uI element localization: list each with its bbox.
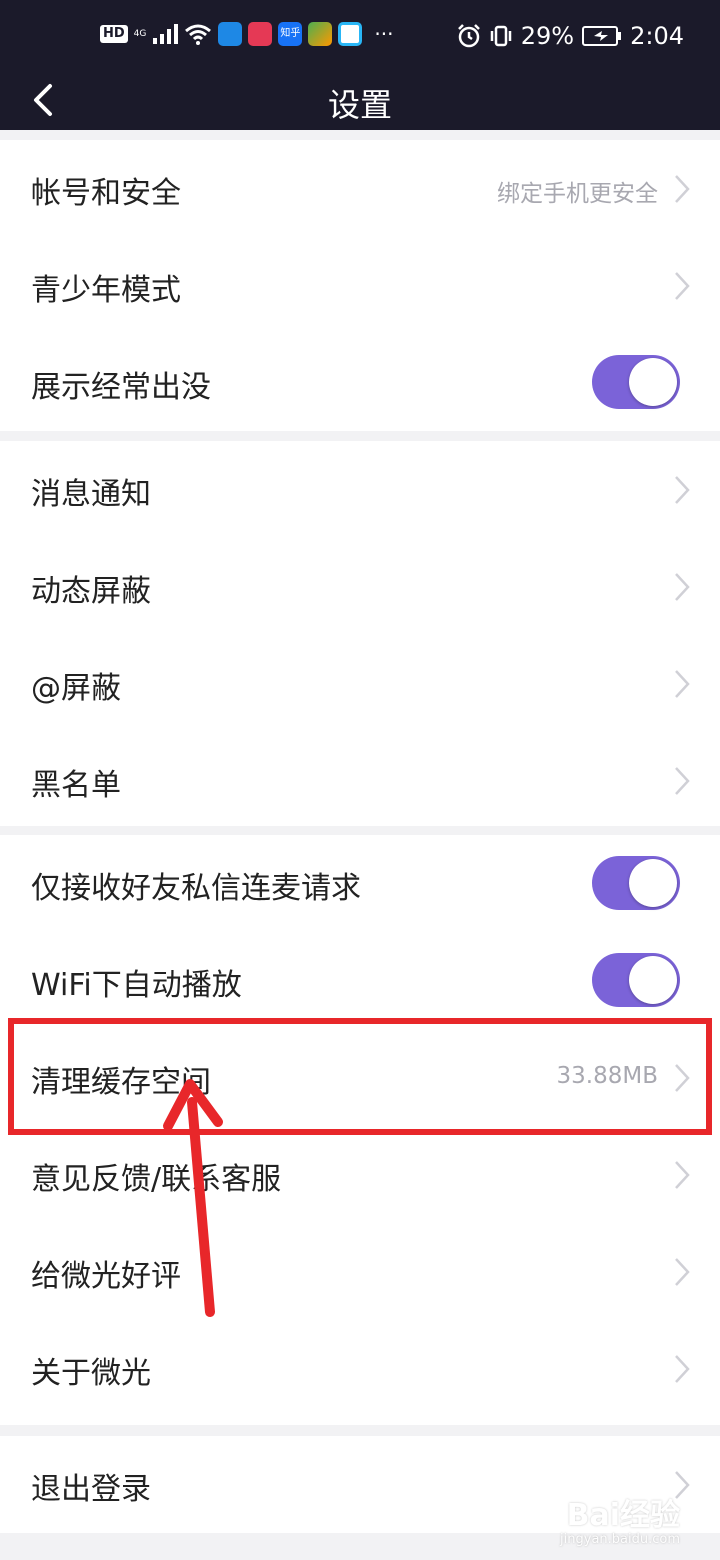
baidu-watermark: Bai经验 [566, 1498, 680, 1533]
row-label: 给微光好评 [31, 1259, 181, 1294]
row-label: 展示经常出没 [31, 370, 211, 405]
row-label: 退出登录 [31, 1472, 151, 1507]
toggle-knob [629, 859, 677, 907]
chevron-right-icon [675, 573, 690, 601]
row-label: WiFi下自动播放 [31, 968, 242, 1003]
battery-charging-icon [582, 26, 622, 46]
toggle-knob [629, 956, 677, 1004]
row-account-security[interactable]: 帐号和安全 绑定手机更安全 [0, 140, 720, 237]
row-friends-only: 仅接收好友私信连麦请求 [0, 835, 720, 932]
friends-only-toggle[interactable] [592, 856, 680, 910]
row-label: 意见反馈/联系客服 [31, 1162, 282, 1197]
chevron-right-icon [675, 1161, 690, 1189]
toggle-knob [629, 358, 677, 406]
row-label: 关于微光 [31, 1356, 151, 1391]
row-label: 青少年模式 [31, 273, 181, 308]
zhihu-app-icon: 知乎 [278, 22, 303, 46]
page-title: 设置 [327, 86, 392, 124]
chevron-right-icon [675, 175, 690, 203]
network-type: 4G [133, 29, 147, 39]
row-blacklist[interactable]: 黑名单 [0, 732, 720, 829]
row-at-block[interactable]: @屏蔽 [0, 635, 720, 732]
status-icons-left: HD 4G 知乎 ··· [100, 22, 393, 46]
vibrate-icon [490, 25, 511, 47]
row-rate-app[interactable]: 给微光好评 [0, 1223, 720, 1320]
status-icons-right: 29% 2:04 [457, 22, 684, 50]
browser-app-icon [338, 22, 363, 46]
alarm-icon [457, 24, 480, 48]
chevron-right-icon [675, 1258, 690, 1286]
row-hint: 绑定手机更安全 [497, 181, 658, 207]
more-notifications: ··· [374, 22, 394, 46]
status-bar: HD 4G 知乎 ··· 29% 2:04 [0, 0, 720, 70]
baidu-watermark-url: jingyan.baidu.com [560, 1532, 680, 1547]
settings-group-notify: 消息通知 动态屏蔽 @屏蔽 黑名单 [0, 441, 720, 826]
show-frequent-toggle[interactable] [592, 355, 680, 409]
row-show-frequent: 展示经常出没 [0, 334, 720, 431]
row-label: 黑名单 [31, 768, 121, 803]
battery-percent: 29% [520, 22, 575, 50]
row-label: 消息通知 [31, 477, 151, 512]
wifi-autoplay-toggle[interactable] [592, 953, 680, 1007]
wifi-icon [185, 24, 212, 45]
row-feed-block[interactable]: 动态屏蔽 [0, 538, 720, 635]
row-label: @屏蔽 [31, 671, 121, 706]
row-feedback[interactable]: 意见反馈/联系客服 [0, 1126, 720, 1223]
clock: 2:04 [630, 22, 684, 50]
chevron-right-icon [675, 1355, 690, 1383]
row-teen-mode[interactable]: 青少年模式 [0, 237, 720, 334]
row-label: 仅接收好友私信连麦请求 [31, 871, 361, 906]
row-label: 动态屏蔽 [31, 574, 151, 609]
chevron-right-icon [675, 670, 690, 698]
row-label: 帐号和安全 [31, 176, 181, 211]
annotation-highlight-box [8, 1018, 712, 1135]
row-message-notify[interactable]: 消息通知 [0, 441, 720, 538]
settings-group-account: 帐号和安全 绑定手机更安全 青少年模式 展示经常出没 [0, 140, 720, 431]
chevron-right-icon [675, 476, 690, 504]
row-about[interactable]: 关于微光 [0, 1320, 720, 1417]
nav-bar: 设置 [0, 70, 720, 130]
chevron-right-icon [675, 767, 690, 795]
chevron-right-icon [675, 272, 690, 300]
signal-icon [153, 24, 179, 44]
shield-app-icon [218, 22, 243, 46]
book-app-icon [248, 22, 273, 46]
hd-badge: HD [100, 25, 128, 43]
video-app-icon [308, 22, 333, 46]
row-wifi-autoplay: WiFi下自动播放 [0, 932, 720, 1029]
